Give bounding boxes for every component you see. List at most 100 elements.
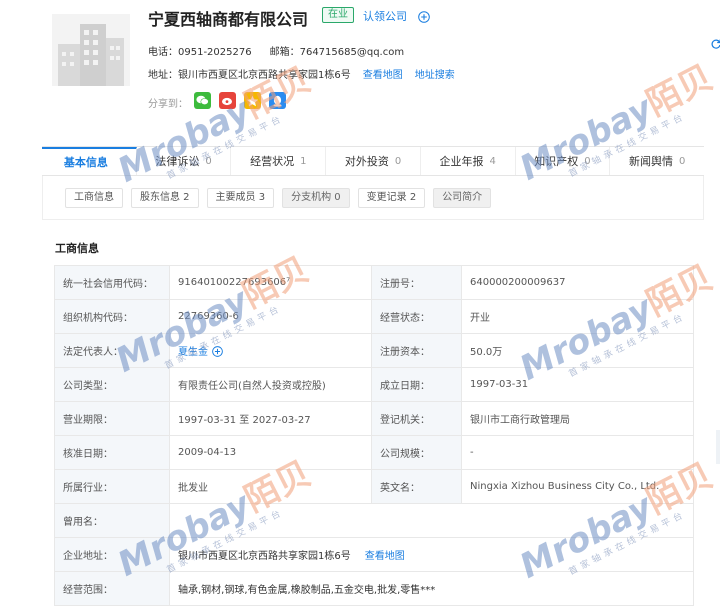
scope-label: 经营范围： — [54, 571, 170, 606]
business-info-table: 统一社会信用代码： 91640100227693606⁷ 注册号： 640000… — [54, 265, 694, 606]
tab-ip[interactable]: 知识产权 0 — [516, 147, 611, 175]
email-label: 邮箱： — [269, 47, 300, 58]
phone-value: 0951-2025276 — [178, 47, 252, 58]
table-row: 经营范围： 轴承,钢材,钢球,有色金属,橡胶制品,五金交电,批发,零售*** — [54, 571, 694, 606]
tab-label: 基本信息 — [63, 156, 108, 169]
term-label: 营业期限： — [54, 401, 170, 436]
authority-label: 登记机关： — [371, 401, 462, 436]
industry-label: 所属行业： — [54, 469, 170, 504]
scale-value: - — [461, 435, 694, 470]
tab-label: 企业年报 — [439, 155, 484, 168]
company-name: 宁夏西轴商都有限公司 — [148, 10, 309, 29]
subtab-key-members[interactable]: 主要成员 3 — [206, 188, 275, 208]
founded-value: 1997-03-31 — [461, 367, 694, 402]
view-map-link[interactable]: 查看地图 — [363, 70, 403, 81]
refresh-icon[interactable] — [710, 38, 720, 50]
table-row: 公司类型： 有限责任公司(自然人投资或控股) 成立日期： 1997-03-31 — [54, 367, 694, 402]
tab-label: 对外投资 — [344, 155, 389, 168]
company-address-value: 银川市西夏区北京西路共享家园1栋6号 — [178, 551, 351, 562]
en-name-label: 英文名： — [371, 469, 462, 504]
tab-operations[interactable]: 经营状况 1 — [231, 147, 327, 175]
company-type-value: 有限责任公司(自然人投资或控股) — [169, 367, 372, 402]
company-logo-icon — [52, 14, 130, 86]
email-value: 764715685@qq.com — [299, 47, 405, 58]
legal-rep-cell: 夏生金 — [169, 333, 372, 368]
org-code-label: 组织机构代码： — [54, 299, 170, 334]
tab-label: 经营状况 — [250, 155, 295, 168]
contact-line: 电话：0951-2025276 邮箱：764715685@qq.com — [148, 43, 404, 58]
qq-icon[interactable] — [269, 92, 286, 109]
reg-no-value: 640000200009637 — [461, 265, 694, 300]
subtab-business-info[interactable]: 工商信息 — [65, 188, 123, 208]
subtabs-panel: 工商信息 股东信息 2 主要成员 3 分支机构 0 变更记录 2 公司简介 — [42, 176, 704, 220]
qzone-icon[interactable] — [244, 92, 261, 109]
table-row: 核准日期： 2009-04-13 公司规模： - — [54, 435, 694, 470]
table-row: 统一社会信用代码： 91640100227693606⁷ 注册号： 640000… — [54, 265, 694, 300]
share-icons — [194, 92, 286, 109]
address-label: 地址： — [148, 70, 178, 81]
tab-news[interactable]: 新闻舆情 0 — [610, 147, 704, 175]
weibo-icon[interactable] — [219, 92, 236, 109]
address-value: 银川市西夏区北京西路共享家园1栋6号 — [178, 70, 351, 81]
watermark-brand-cn: 陌贝 — [640, 57, 720, 125]
tab-count: 0 — [678, 155, 686, 167]
approved-label: 核准日期： — [54, 435, 170, 470]
en-name-value: Ningxia Xizhou Business City Co., Ltd. — [461, 469, 694, 504]
tab-annual-reports[interactable]: 企业年报 4 — [421, 147, 516, 175]
subtabs: 工商信息 股东信息 2 主要成员 3 分支机构 0 变更记录 2 公司简介 — [65, 188, 492, 208]
tab-label: 法律诉讼 — [155, 155, 200, 168]
former-name-label: 曾用名： — [54, 503, 170, 538]
address-search-link[interactable]: 地址搜索 — [415, 70, 455, 81]
scale-label: 公司规模： — [371, 435, 462, 470]
share-label: 分享到： — [148, 99, 188, 110]
tab-basic-info[interactable]: 基本信息 — [42, 147, 137, 175]
plus-circle-icon[interactable] — [418, 11, 430, 23]
reg-capital-label: 注册资本： — [371, 333, 462, 368]
former-name-value — [169, 503, 694, 538]
tab-count: 4 — [489, 155, 496, 167]
address-line: 地址：银川市西夏区北京西路共享家园1栋6号 查看地图 地址搜索 — [148, 66, 455, 81]
founded-label: 成立日期： — [371, 367, 462, 402]
op-status-value: 开业 — [461, 299, 694, 334]
tab-count: 0 — [205, 155, 212, 167]
subtab-change-log[interactable]: 变更记录 2 — [357, 188, 426, 208]
table-row: 法定代表人： 夏生金 注册资本： 50.0万 — [54, 333, 694, 368]
legal-rep-link[interactable]: 夏生金 — [178, 347, 208, 358]
tab-legal[interactable]: 法律诉讼 0 — [137, 147, 232, 175]
credit-code-label: 统一社会信用代码： — [54, 265, 170, 300]
table-row: 营业期限： 1997-03-31 至 2027-03-27 登记机关： 银川市工… — [54, 401, 694, 436]
tab-count: 0 — [394, 155, 402, 167]
claim-company-link[interactable]: 认领公司 — [363, 8, 407, 24]
company-address-cell: 银川市西夏区北京西路共享家园1栋6号 查看地图 — [169, 537, 694, 572]
org-code-value: 22769360-6 — [169, 299, 372, 334]
table-row: 组织机构代码： 22769360-6 经营状态： 开业 — [54, 299, 694, 334]
subtab-profile[interactable]: 公司简介 — [433, 188, 492, 208]
tab-count: 1 — [300, 155, 307, 167]
main-tabs: 基本信息 法律诉讼 0 经营状况 1 对外投资 0 企业年报 4 知识产权 0 新闻舆情 0 — [42, 146, 704, 176]
table-row: 企业地址： 银川市西夏区北京西路共享家园1栋6号 查看地图 — [54, 537, 694, 572]
phone-label: 电话： — [148, 47, 178, 58]
credit-code-value: 91640100227693606⁷ — [169, 265, 372, 300]
wechat-icon[interactable] — [194, 92, 211, 109]
op-status-label: 经营状态： — [371, 299, 462, 334]
tab-count: 0 — [584, 155, 591, 167]
reg-capital-value: 50.0万 — [461, 333, 694, 368]
section-title: 工商信息 — [55, 242, 99, 255]
industry-value: 批发业 — [169, 469, 372, 504]
plus-circle-icon[interactable] — [212, 346, 223, 357]
subtab-branches[interactable]: 分支机构 0 — [282, 188, 350, 208]
term-value: 1997-03-31 至 2027-03-27 — [169, 401, 372, 436]
tab-investments[interactable]: 对外投资 0 — [326, 147, 421, 175]
tab-label: 知识产权 — [534, 155, 579, 168]
subtab-shareholders[interactable]: 股东信息 2 — [131, 188, 199, 208]
authority-value: 银川市工商行政管理局 — [461, 401, 694, 436]
approved-value: 2009-04-13 — [169, 435, 372, 470]
table-row: 曾用名： — [54, 503, 694, 538]
scrollbar-edge — [716, 430, 720, 464]
company-address-label: 企业地址： — [54, 537, 170, 572]
company-type-label: 公司类型： — [54, 367, 170, 402]
reg-no-label: 注册号： — [371, 265, 462, 300]
table-row: 所属行业： 批发业 英文名： Ningxia Xizhou Business C… — [54, 469, 694, 504]
legal-rep-label: 法定代表人： — [54, 333, 170, 368]
view-map-link[interactable]: 查看地图 — [365, 551, 405, 562]
